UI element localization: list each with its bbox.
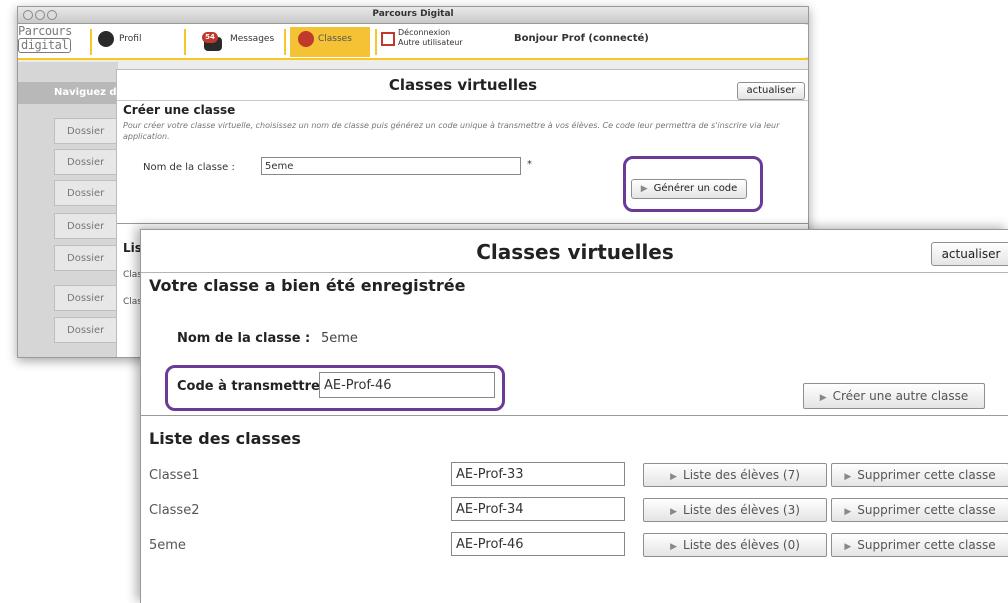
header-separator — [375, 29, 377, 55]
play-icon: ▶ — [670, 507, 678, 517]
sidebar-item-dossier[interactable]: Dossier — [54, 285, 118, 311]
play-icon: ▶ — [844, 542, 852, 552]
class-name-label: Nom de la classe : — [177, 331, 311, 346]
classes-icon[interactable] — [298, 31, 314, 47]
class-created-panel: Classes virtuelles actualiser Votre clas… — [140, 229, 1008, 603]
play-icon: ▶ — [844, 472, 852, 482]
play-icon: ▶ — [670, 542, 678, 552]
create-class-heading: Créer une classe — [123, 103, 236, 117]
class-list-heading: Liste des classes — [149, 429, 301, 448]
class-row-code-field[interactable]: AE-Prof-46 — [451, 532, 625, 556]
delete-class-label: Supprimer cette classe — [857, 538, 996, 552]
panel-heading: Classes virtuelles — [388, 76, 538, 94]
switch-user-label: Autre utilisateur — [398, 38, 463, 47]
delete-class-button[interactable]: ▶ Supprimer cette classe — [831, 498, 1008, 522]
nav-messages[interactable]: Messages — [230, 34, 274, 44]
class-row-code-field[interactable]: AE-Prof-34 — [451, 497, 625, 521]
class-row-name: 5eme — [149, 538, 186, 553]
highlight-ring — [623, 156, 763, 212]
play-icon: ▶ — [670, 472, 678, 482]
sidebar-header: Naviguez d — [18, 82, 118, 104]
student-list-button[interactable]: ▶ Liste des élèves (0) — [643, 533, 827, 557]
class-name-value: 5eme — [321, 331, 358, 346]
sidebar — [18, 62, 118, 357]
sidebar-item-dossier[interactable]: Dossier — [54, 118, 118, 144]
logout-label: Déconnexion — [398, 28, 451, 37]
student-list-button[interactable]: ▶ Liste des élèves (3) — [643, 498, 827, 522]
refresh-button[interactable]: actualiser — [931, 242, 1008, 266]
divider — [117, 223, 808, 224]
student-list-button[interactable]: ▶ Liste des élèves (7) — [643, 463, 827, 487]
play-icon: ▶ — [844, 507, 852, 517]
class-row-name: Classe2 — [149, 503, 200, 518]
class-row-name: Classe1 — [149, 468, 200, 483]
nav-profil[interactable]: Profil — [119, 34, 141, 44]
sidebar-item-dossier[interactable]: Dossier — [54, 213, 118, 239]
create-another-class-button[interactable]: ▶ Créer une autre classe — [803, 383, 985, 409]
window-titlebar: Parcours Digital — [18, 7, 808, 24]
class-name-input[interactable]: 5eme — [261, 157, 521, 175]
header-separator — [184, 29, 186, 55]
student-list-label: Liste des élèves (3) — [683, 503, 800, 517]
delete-class-label: Supprimer cette classe — [857, 468, 996, 482]
sidebar-item-dossier[interactable]: Dossier — [54, 180, 118, 206]
logo-line-2: digital — [18, 38, 72, 53]
student-list-label: Liste des élèves (7) — [683, 468, 800, 482]
profile-icon[interactable] — [98, 31, 114, 47]
greeting-text: Bonjour Prof (connecté) — [514, 33, 649, 44]
highlight-ring — [165, 365, 505, 411]
header-separator — [90, 29, 92, 55]
class-saved-heading: Votre classe a bien été enregistrée — [149, 276, 466, 295]
delete-class-button[interactable]: ▶ Supprimer cette classe — [831, 533, 1008, 557]
nav-classes[interactable]: Classes — [318, 34, 352, 44]
class-name-label: Nom de la classe : — [143, 162, 235, 173]
play-icon: ▶ — [819, 393, 827, 403]
sidebar-item-dossier[interactable]: Dossier — [54, 149, 118, 175]
logout-icon[interactable] — [381, 32, 395, 46]
messages-count-badge: 54 — [202, 32, 218, 43]
divider — [117, 100, 808, 101]
divider — [141, 272, 1008, 273]
delete-class-label: Supprimer cette classe — [857, 503, 996, 517]
panel-heading: Classes virtuelles — [476, 240, 674, 264]
sidebar-item-dossier[interactable]: Dossier — [54, 317, 118, 343]
nav-logout[interactable]: Déconnexion Autre utilisateur — [398, 28, 463, 48]
window-title: Parcours Digital — [372, 9, 454, 19]
logo-line-1: Parcours — [18, 24, 72, 38]
create-another-class-label: Créer une autre classe — [832, 389, 969, 403]
required-mark: * — [527, 159, 532, 170]
delete-class-button[interactable]: ▶ Supprimer cette classe — [831, 463, 1008, 487]
class-row-code-field[interactable]: AE-Prof-33 — [451, 462, 625, 486]
create-class-description: Pour créer votre classe virtuelle, chois… — [123, 121, 780, 141]
sidebar-item-dossier[interactable]: Dossier — [54, 245, 118, 271]
refresh-button[interactable]: actualiser — [737, 82, 805, 100]
student-list-label: Liste des élèves (0) — [683, 538, 800, 552]
app-logo: Parcours digital — [18, 25, 88, 53]
sidebar-header-label: Naviguez d — [54, 87, 117, 98]
divider — [141, 415, 1008, 416]
header-separator — [284, 29, 286, 55]
